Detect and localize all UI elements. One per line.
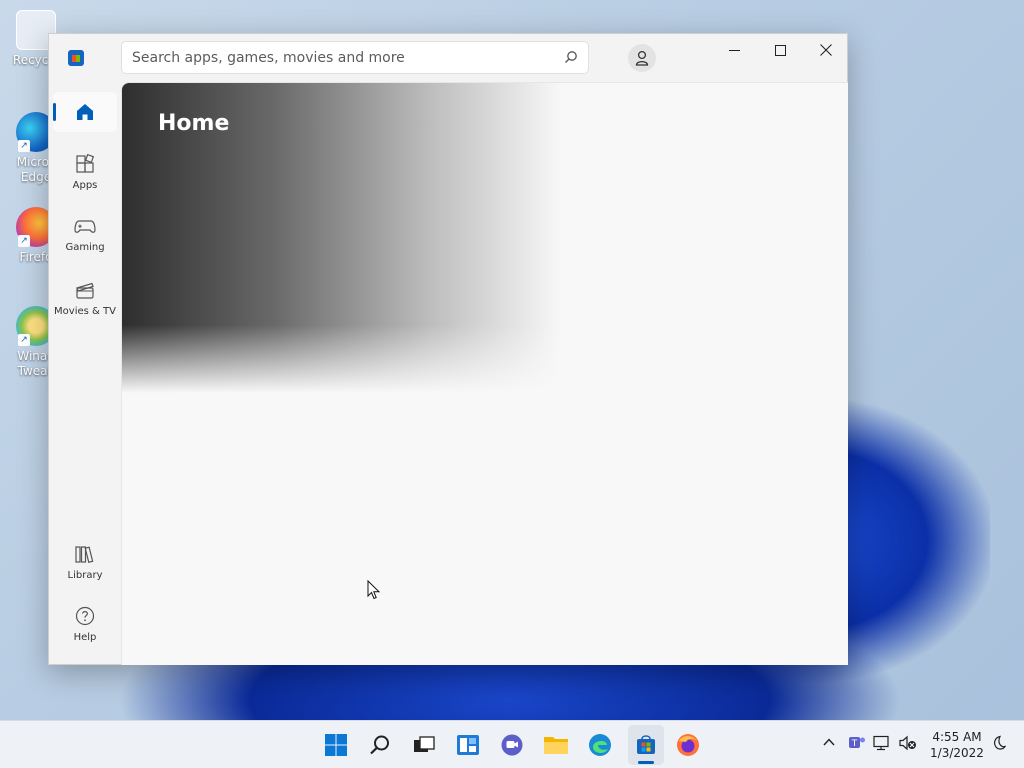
search-icon[interactable] [564,50,578,64]
nav-item-movies-tv[interactable]: Movies & TV [53,280,117,317]
network-tray-icon[interactable] [873,735,891,754]
store-icon [637,735,655,754]
teams-icon: T [849,737,865,749]
speaker-muted-icon [899,735,916,751]
chat-button[interactable] [498,731,526,759]
nav-label: Movies & TV [54,306,116,317]
store-logo-icon [68,50,84,66]
file-explorer-button[interactable] [542,731,570,759]
clock-time: 4:55 AM [932,730,982,744]
nav-item-help[interactable]: Help [53,606,117,643]
left-navigation: Apps Gaming Movies & TV Library Help [49,82,121,666]
nav-label: Apps [72,180,98,191]
taskbar-search-button[interactable] [366,731,394,759]
selection-indicator [53,103,56,121]
clock-date: 1/3/2022 [930,746,984,760]
shortcut-arrow-icon: ↗ [18,140,30,152]
taskbar: T 4:55 AM 1/3/2022 [0,720,1024,768]
moon-icon [994,735,1007,750]
nav-item-apps[interactable]: Apps [53,154,117,191]
volume-tray-icon[interactable] [899,735,917,754]
maximize-icon [774,44,786,56]
account-button[interactable] [628,44,656,72]
task-view-button[interactable] [410,731,438,759]
network-icon [873,735,889,751]
library-icon [75,546,94,564]
clock[interactable]: 4:55 AM 1/3/2022 [928,729,986,761]
gamepad-icon [74,220,96,233]
nav-item-gaming[interactable]: Gaming [53,218,117,253]
title-bar[interactable] [49,34,847,82]
apps-icon [76,154,95,173]
search-box[interactable] [121,41,589,74]
chat-icon [501,734,523,756]
nav-item-home[interactable] [53,92,117,132]
store-taskbar-button[interactable] [632,731,660,759]
help-icon [75,606,95,626]
edge-icon [589,734,611,756]
edge-taskbar-button[interactable] [586,731,614,759]
store-window: Apps Gaming Movies & TV Libra [48,33,848,665]
svg-text:T: T [851,739,858,749]
shortcut-arrow-icon: ↗ [18,334,30,346]
start-button[interactable] [322,731,350,759]
teams-tray-icon[interactable]: T [848,734,866,755]
minimize-button[interactable] [711,34,757,66]
notifications-button[interactable] [990,735,1007,754]
nav-item-library[interactable]: Library [53,544,117,581]
widgets-button[interactable] [454,731,482,759]
close-button[interactable] [803,34,849,66]
show-hidden-icons-button[interactable] [822,735,836,752]
widgets-icon [457,735,479,755]
page-title: Home [158,111,230,136]
close-icon [820,44,832,56]
firefox-icon [677,734,699,756]
search-icon [370,735,389,755]
chevron-up-icon [823,738,835,746]
person-icon [635,50,649,66]
windows-logo-icon [325,734,347,756]
task-view-icon [414,736,435,752]
folder-icon [544,737,568,754]
mouse-cursor-icon [367,580,381,600]
firefox-taskbar-button[interactable] [674,731,702,759]
shortcut-arrow-icon: ↗ [18,235,30,247]
main-content: Home [121,82,848,665]
search-input[interactable] [122,42,588,73]
minimize-icon [728,49,740,51]
home-icon [77,104,93,120]
nav-label: Library [67,570,103,581]
clapperboard-icon [76,282,94,299]
maximize-button[interactable] [757,34,803,66]
nav-label: Gaming [65,242,105,253]
nav-label: Help [73,632,97,643]
